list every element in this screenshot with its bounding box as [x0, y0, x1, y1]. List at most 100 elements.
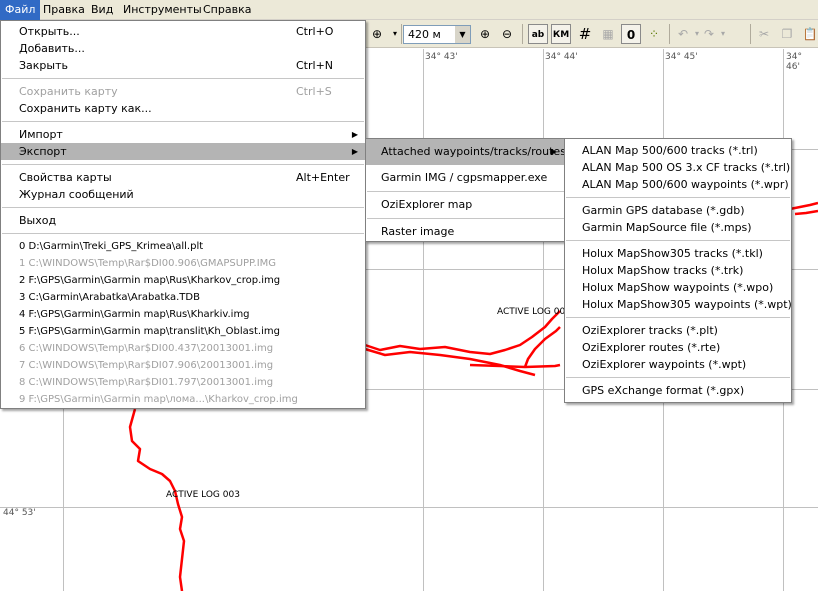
- toolbar-separator: [401, 24, 402, 44]
- menu-item-label: Свойства карты: [19, 171, 112, 184]
- track-line: [128, 408, 186, 591]
- recent-file-item[interactable]: 3 C:\Garmin\Arabatka\Arabatka.TDB: [1, 289, 365, 306]
- format-item-garmin-gdb[interactable]: Garmin GPS database (*.gdb): [565, 202, 791, 219]
- menu-item-label: Сохранить карту как...: [19, 102, 152, 115]
- format-item-holux-tkl[interactable]: Holux MapShow305 tracks (*.tkl): [565, 245, 791, 262]
- menu-separator: [566, 240, 790, 241]
- menu-item-close[interactable]: Закрыть Ctrl+N: [1, 57, 365, 74]
- formats-submenu: ALAN Map 500/600 tracks (*.trl) ALAN Map…: [564, 138, 792, 403]
- menu-item-log[interactable]: Журнал сообщений: [1, 186, 365, 203]
- track-line: [364, 310, 561, 356]
- labels-button[interactable]: ab: [528, 24, 548, 44]
- shortcut-label: Ctrl+S: [296, 85, 332, 98]
- track-line: [523, 326, 561, 368]
- menu-help[interactable]: Справка: [198, 0, 256, 20]
- recent-file-item[interactable]: 8 C:\WINDOWS\Temp\Rar$DI01.797\20013001.…: [1, 374, 365, 391]
- menu-separator: [566, 317, 790, 318]
- latitude-label: 44° 53': [3, 508, 36, 518]
- menu-item-export[interactable]: Экспорт ▶: [1, 143, 365, 160]
- longitude-label: 34° 44': [545, 52, 578, 62]
- menu-edit[interactable]: Правка: [38, 0, 90, 20]
- locate-icon[interactable]: ⊕: [367, 24, 387, 44]
- longitude-label: 34° 45': [665, 52, 698, 62]
- menu-separator: [2, 78, 364, 79]
- export-submenu: Attached waypoints/tracks/routes ▶ Garmin…: [365, 138, 566, 242]
- menu-separator: [566, 377, 790, 378]
- format-item-alan-tracks[interactable]: ALAN Map 500/600 tracks (*.trl): [565, 142, 791, 159]
- menu-item-properties[interactable]: Свойства карты Alt+Enter: [1, 169, 365, 186]
- menu-separator: [2, 121, 364, 122]
- format-item-ozi-plt[interactable]: OziExplorer tracks (*.plt): [565, 322, 791, 339]
- track-line: [469, 363, 561, 369]
- recent-file-item[interactable]: 0 D:\Garmin\Treki_GPS_Krimea\all.plt: [1, 238, 365, 255]
- track-line: [364, 347, 536, 377]
- submenu-arrow-icon: ▶: [351, 130, 358, 139]
- menu-separator: [566, 197, 790, 198]
- grid-icon[interactable]: #: [575, 24, 595, 44]
- menu-item-save[interactable]: Сохранить карту Ctrl+S: [1, 83, 365, 100]
- file-menu: Открыть... Ctrl+O Добавить... Закрыть Ctrl…: [0, 20, 366, 409]
- menu-item-label: Открыть...: [19, 25, 80, 38]
- format-item-alan-cf-tracks[interactable]: ALAN Map 500 OS 3.x CF tracks (*.trl): [565, 159, 791, 176]
- submenu-arrow-icon: ▶: [351, 147, 358, 156]
- toolbar-separator: [750, 24, 751, 44]
- format-item-ozi-wpt[interactable]: OziExplorer waypoints (*.wpt): [565, 356, 791, 373]
- menu-item-label: Импорт: [19, 128, 63, 141]
- menu-file[interactable]: Файл: [0, 0, 41, 20]
- recent-file-item[interactable]: 9 F:\GPS\Garmin\Garmin map\лома...\Khark…: [1, 391, 365, 408]
- menu-item-ozi-map[interactable]: OziExplorer map: [366, 192, 565, 218]
- menu-item-raster[interactable]: Raster image: [366, 219, 565, 245]
- toolbar-separator: [669, 24, 670, 44]
- menu-item-garmin-img[interactable]: Garmin IMG / cgpsmapper.exe: [366, 165, 565, 191]
- chevron-down-icon[interactable]: ▼: [455, 26, 470, 43]
- zoom-select[interactable]: 420 м ▼: [403, 25, 471, 44]
- locate-dropdown-icon[interactable]: ▾: [385, 24, 405, 44]
- menu-item-label: Raster image: [381, 225, 455, 238]
- format-item-holux-wpo[interactable]: Holux MapShow waypoints (*.wpo): [565, 279, 791, 296]
- zoom-in-icon[interactable]: ⊕: [475, 24, 495, 44]
- menu-item-attached[interactable]: Attached waypoints/tracks/routes ▶: [366, 139, 566, 165]
- menu-item-import[interactable]: Импорт ▶: [1, 126, 365, 143]
- transparency-icon[interactable]: ▦: [598, 24, 618, 44]
- submenu-arrow-icon: ▶: [550, 147, 557, 156]
- format-item-holux-trk[interactable]: Holux MapShow tracks (*.trk): [565, 262, 791, 279]
- toolbar-separator: [522, 24, 523, 44]
- copy-icon[interactable]: ❐: [777, 24, 797, 44]
- format-item-alan-waypoints[interactable]: ALAN Map 500/600 waypoints (*.wpr): [565, 176, 791, 193]
- menu-item-open[interactable]: Открыть... Ctrl+O: [1, 23, 365, 40]
- attach-icon[interactable]: 0: [621, 24, 641, 44]
- menu-separator: [2, 164, 364, 165]
- longitude-label: 34° 46': [786, 52, 802, 72]
- shortcut-label: Ctrl+N: [296, 59, 334, 72]
- cut-icon[interactable]: ✂: [754, 24, 774, 44]
- zoom-value: 420 м: [408, 28, 441, 41]
- format-item-ozi-rte[interactable]: OziExplorer routes (*.rte): [565, 339, 791, 356]
- menu-item-label: Сохранить карту: [19, 85, 118, 98]
- redo-dropdown-icon[interactable]: ▾: [713, 24, 733, 44]
- recent-file-item[interactable]: 7 C:\WINDOWS\Temp\Rar$DI07.906\20013001.…: [1, 357, 365, 374]
- menu-view[interactable]: Вид: [86, 0, 118, 20]
- menu-item-label: Garmin IMG / cgpsmapper.exe: [381, 171, 548, 184]
- menu-item-label: Attached waypoints/tracks/routes: [381, 145, 566, 158]
- recent-file-item[interactable]: 4 F:\GPS\Garmin\Garmin map\Rus\Kharkiv.i…: [1, 306, 365, 323]
- menu-tools[interactable]: Инструменты: [118, 0, 207, 20]
- menu-item-label: Добавить...: [19, 42, 85, 55]
- paste-icon[interactable]: 📋: [800, 24, 818, 44]
- menu-item-label: Выход: [19, 214, 57, 227]
- menu-item-save-as[interactable]: Сохранить карту как...: [1, 100, 365, 117]
- track-label: ACTIVE LOG 003: [497, 307, 571, 317]
- menu-separator: [2, 233, 364, 234]
- format-item-gpx[interactable]: GPS eXchange format (*.gpx): [565, 382, 791, 399]
- km-button[interactable]: КМ: [551, 24, 571, 44]
- recent-file-item[interactable]: 5 F:\GPS\Garmin\Garmin map\translit\Kh_O…: [1, 323, 365, 340]
- recent-file-item[interactable]: 2 F:\GPS\Garmin\Garmin map\Rus\Kharkov_c…: [1, 272, 365, 289]
- recent-file-item[interactable]: 1 C:\WINDOWS\Temp\Rar$DI00.906\GMAPSUPP.…: [1, 255, 365, 272]
- format-item-holux-wpt[interactable]: Holux MapShow305 waypoints (*.wpt): [565, 296, 792, 313]
- menu-item-add[interactable]: Добавить...: [1, 40, 365, 57]
- track-line: [789, 201, 818, 211]
- waypoints-icon[interactable]: ⁘: [644, 24, 664, 44]
- recent-file-item[interactable]: 6 C:\WINDOWS\Temp\Rar$DI00.437\20013001.…: [1, 340, 365, 357]
- menu-item-exit[interactable]: Выход: [1, 212, 365, 229]
- format-item-garmin-mps[interactable]: Garmin MapSource file (*.mps): [565, 219, 791, 236]
- zoom-out-icon[interactable]: ⊖: [497, 24, 517, 44]
